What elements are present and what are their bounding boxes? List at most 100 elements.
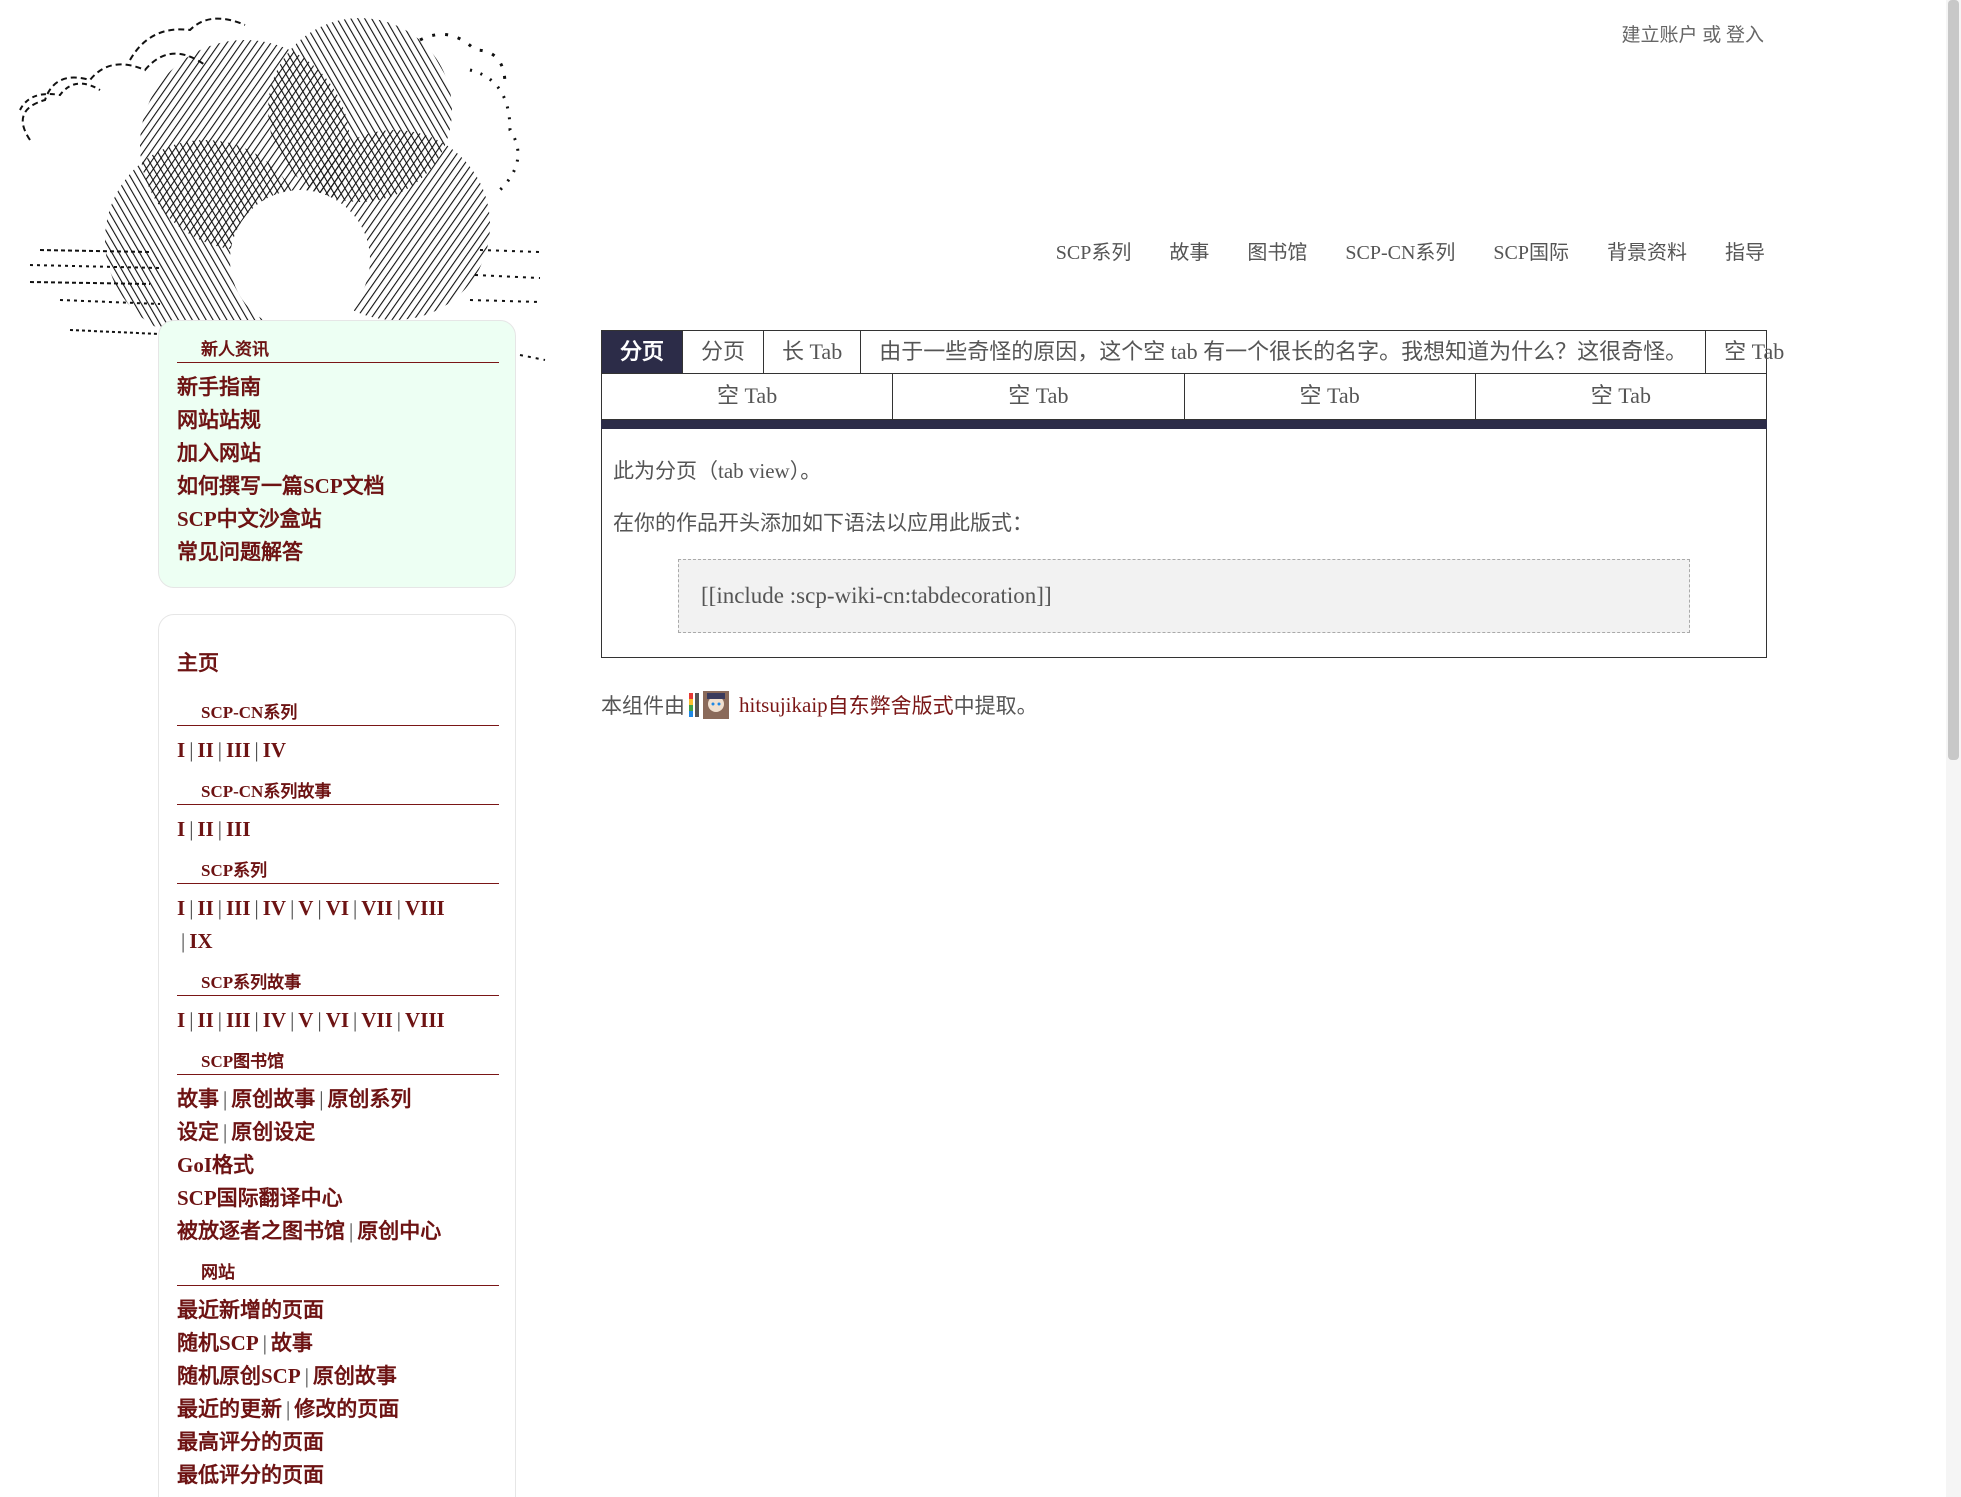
site-link-top-rated[interactable]: 最高评分的页面: [177, 1426, 497, 1459]
series-link[interactable]: V: [298, 896, 313, 920]
cn-tales-link[interactable]: III: [226, 817, 251, 841]
series-links: I | II | III | IV | V | VI | VII | VIII | IX: [177, 896, 445, 953]
link-faq[interactable]: 常见问题解答: [177, 536, 497, 569]
login-link[interactable]: 登入: [1726, 25, 1764, 46]
series-tales-link[interactable]: VI: [326, 1008, 349, 1032]
cn-series-link[interactable]: II: [197, 738, 213, 762]
cn-tales-links: I | II | III: [177, 817, 251, 841]
library-row: 故事 | 原创故事 | 原创系列: [177, 1087, 412, 1111]
credit-from: 自: [827, 694, 849, 718]
library-link-original-series[interactable]: 原创系列: [327, 1087, 411, 1111]
series-tales-link[interactable]: I: [177, 1008, 185, 1032]
library-link-original-canons[interactable]: 原创设定: [231, 1120, 315, 1144]
library-row: 设定 | 原创设定: [177, 1120, 316, 1144]
tab-page-active[interactable]: 分页: [602, 331, 684, 373]
link-how-to-write[interactable]: 如何撰写一篇SCP文档: [177, 470, 497, 503]
cn-tales-heading: SCP-CN系列故事: [177, 777, 499, 805]
series-link[interactable]: III: [226, 896, 251, 920]
series-heading: SCP系列: [177, 856, 499, 884]
main-side-panel: 主页 SCP-CN系列 I | II | III | IV SCP-CN系列故事 I | II |…: [158, 614, 516, 1497]
series-link[interactable]: II: [197, 896, 213, 920]
library-link-original-tales[interactable]: 原创故事: [231, 1087, 315, 1111]
credit-author-link[interactable]: hitsujikaip: [739, 693, 828, 718]
nav-scp-cn-series[interactable]: SCP-CN系列: [1345, 236, 1455, 265]
cn-tales-link[interactable]: I: [177, 817, 185, 841]
series-tales-link[interactable]: VII: [361, 1008, 393, 1032]
tab-page[interactable]: 分页: [683, 331, 765, 373]
library-link-tales[interactable]: 故事: [177, 1087, 219, 1111]
nav-scp-series[interactable]: SCP系列: [1056, 236, 1132, 265]
series-tales-link[interactable]: VIII: [405, 1008, 445, 1032]
tab-empty[interactable]: 空 Tab: [893, 374, 1185, 419]
tab-empty[interactable]: 空 Tab: [1185, 374, 1476, 419]
account-links: 建立账户 或 登入: [1621, 20, 1764, 47]
series-link[interactable]: VI: [326, 896, 349, 920]
credit-prefix: 本组件由: [601, 694, 685, 718]
create-account-link[interactable]: 建立账户: [1621, 25, 1697, 46]
tab-empty[interactable]: 空 Tab: [602, 374, 894, 419]
cn-series-link[interactable]: III: [226, 738, 251, 762]
top-nav: SCP系列 故事 图书馆 SCP-CN系列 SCP国际 背景资料 指导: [1056, 236, 1765, 265]
library-heading: SCP图书馆: [177, 1047, 499, 1075]
credit-line: 本组件由 hitsujikaip 自 东弊舍版式 中提取。: [601, 690, 1038, 720]
tab-content-line-1: 此为分页（tab view）。: [613, 459, 822, 483]
site-link-recent-pages[interactable]: 最近新增的页面: [177, 1294, 497, 1327]
library-link-canons[interactable]: 设定: [177, 1120, 219, 1144]
site-link-random-scp[interactable]: 随机SCP: [177, 1331, 259, 1355]
series-tales-link[interactable]: IV: [263, 1008, 286, 1032]
series-tales-heading: SCP系列故事: [177, 968, 499, 996]
tab-content: 此为分页（tab view）。 在你的作品开头添加如下语法以应用此版式： [[i…: [601, 429, 1767, 658]
library-link-original-hub[interactable]: 原创中心: [357, 1219, 441, 1243]
site-row: 随机SCP | 故事: [177, 1331, 313, 1355]
site-link-lowest-rated[interactable]: 最低评分的页面: [177, 1459, 497, 1492]
nav-tales[interactable]: 故事: [1169, 236, 1209, 265]
user-avatar-icon[interactable]: [689, 691, 731, 719]
link-home[interactable]: 主页: [177, 647, 497, 680]
site-link-random-original-scp[interactable]: 随机原创SCP: [177, 1364, 301, 1388]
link-beginner-guide[interactable]: 新手指南: [177, 371, 497, 404]
page-scrollbar[interactable]: [1946, 0, 1961, 1497]
tab-empty[interactable]: 空 Tab: [1476, 374, 1766, 419]
tab-empty[interactable]: 空 Tab: [1706, 331, 1802, 373]
newcomer-heading: 新人资讯: [177, 335, 499, 363]
tab-long[interactable]: 长 Tab: [764, 331, 862, 373]
tab-row-2: 空 Tab 空 Tab 空 Tab 空 Tab: [601, 374, 1767, 420]
cn-series-link[interactable]: IV: [263, 738, 286, 762]
cn-tales-link[interactable]: II: [197, 817, 213, 841]
site-link-random-tale[interactable]: 故事: [271, 1331, 313, 1355]
link-join-site[interactable]: 加入网站: [177, 437, 497, 470]
series-link[interactable]: VII: [361, 896, 393, 920]
library-link-goi-formats[interactable]: GoI格式: [177, 1149, 497, 1182]
site-link-recent-updates[interactable]: 最近的更新: [177, 1397, 282, 1421]
scrollbar-thumb[interactable]: [1948, 0, 1959, 760]
code-block: [[include :scp-wiki-cn:tabdecoration]]: [678, 559, 1690, 633]
site-link-changed-pages[interactable]: 修改的页面: [294, 1397, 399, 1421]
cn-series-link[interactable]: I: [177, 738, 185, 762]
series-link[interactable]: IV: [263, 896, 286, 920]
site-link-random-original-tale[interactable]: 原创故事: [313, 1364, 397, 1388]
series-tales-link[interactable]: II: [197, 1008, 213, 1032]
library-link-wanderers[interactable]: 被放逐者之图书馆: [177, 1219, 345, 1243]
link-sandbox[interactable]: SCP中文沙盒站: [177, 503, 497, 536]
site-heading: 网站: [177, 1258, 499, 1286]
series-link[interactable]: IX: [189, 929, 212, 953]
tab-row-1: 分页 分页 长 Tab 由于一些奇怪的原因，这个空 tab 有一个很长的名字。我…: [601, 330, 1784, 374]
tab-very-long-name[interactable]: 由于一些奇怪的原因，这个空 tab 有一个很长的名字。我想知道为什么？这很奇怪。: [861, 331, 1707, 373]
nav-background[interactable]: 背景资料: [1607, 236, 1687, 265]
nav-scp-international[interactable]: SCP国际: [1493, 236, 1569, 265]
series-tales-links: I | II | III | IV | V | VI | VII | VIII: [177, 1008, 445, 1032]
nav-guide[interactable]: 指导: [1725, 236, 1765, 265]
nav-library[interactable]: 图书馆: [1247, 236, 1307, 265]
series-link[interactable]: I: [177, 896, 185, 920]
library-link-international-hub[interactable]: SCP国际翻译中心: [177, 1182, 497, 1215]
cn-series-heading: SCP-CN系列: [177, 698, 499, 726]
library-row: 被放逐者之图书馆 | 原创中心: [177, 1219, 442, 1243]
series-tales-link[interactable]: III: [226, 1008, 251, 1032]
credit-suffix: 中提取。: [953, 694, 1038, 718]
credit-source-link[interactable]: 东弊舍版式: [849, 690, 954, 720]
newcomer-panel: 新人资讯 新手指南 网站站规 加入网站 如何撰写一篇SCP文档 SCP中文沙盒站…: [158, 320, 516, 588]
link-site-rules[interactable]: 网站站规: [177, 404, 497, 437]
series-tales-link[interactable]: V: [298, 1008, 313, 1032]
tab-view: 分页 分页 长 Tab 由于一些奇怪的原因，这个空 tab 有一个很长的名字。我…: [601, 330, 1784, 658]
series-link[interactable]: VIII: [405, 896, 445, 920]
